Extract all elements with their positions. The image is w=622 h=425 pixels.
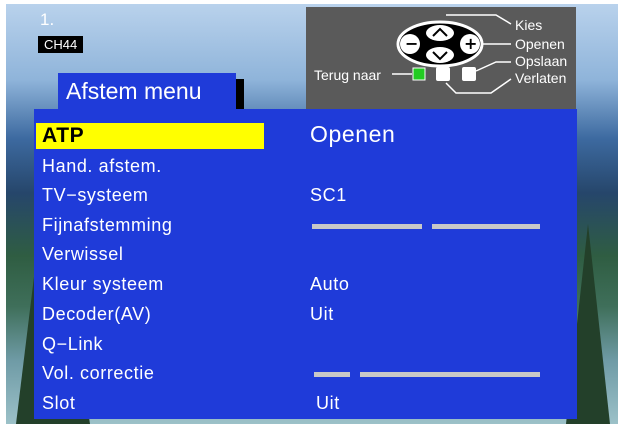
remote-legend-panel: − + Kies Openen Opslaan Verlaten Terug n… [306,7,576,110]
menu-item-tv-systeem[interactable]: TV−systeem SC1 [34,181,577,210]
legend-label-verlaten: Verlaten [515,70,567,86]
menu-item-decoder-av[interactable]: Decoder(AV) Uit [34,300,577,329]
menu-item-kleur-systeem[interactable]: Kleur systeem Auto [34,270,577,299]
menu-item-atp[interactable]: ATP Openen [34,120,577,149]
pointer-line [445,78,512,94]
menu-item-q-link[interactable]: Q−Link [34,330,577,359]
arrow-up-key-icon [426,25,454,41]
menu-item-label: Q−Link [42,334,104,354]
menu-item-slot[interactable]: Slot Uit [34,389,577,418]
pointer-line [475,61,511,72]
menu-item-label: Verwissel [42,244,124,264]
white-key-icon [462,67,476,81]
menu-item-label: Slot [42,393,76,413]
fine-tune-bar-right[interactable] [432,224,540,229]
menu-item-value: Uit [316,393,340,413]
green-key-icon [412,67,426,81]
plus-symbol: + [464,34,477,53]
menu-item-label: Vol. correctie [42,363,155,383]
menu-item-label: Kleur systeem [42,274,164,294]
menu-item-hand-afstem[interactable]: Hand. afstem. [34,152,577,181]
volume-correction-bar-right[interactable] [360,372,540,377]
menu-item-value: SC1 [310,185,347,205]
legend-label-openen: Openen [515,36,565,52]
white-key-icon [436,67,450,81]
legend-label-kies: Kies [515,17,543,33]
menu-item-vol-correctie[interactable]: Vol. correctie [34,359,577,388]
channel-number: 1. [40,10,55,29]
legend-label-opslaan: Opslaan [515,53,568,69]
menu-item-value: Openen [310,121,396,147]
channel-name: CH44 [38,36,84,53]
menu-item-label: ATP [36,123,264,149]
menu-item-label: Decoder(AV) [42,304,152,324]
menu-item-verwissel[interactable]: Verwissel [34,240,577,269]
menu-item-label: Fijnafstemming [42,215,173,235]
fine-tune-bar-left[interactable] [312,224,422,229]
menu-item-value: Auto [310,274,350,294]
menu-item-value: Uit [310,304,334,324]
arrow-down-key-icon [426,47,454,63]
legend-label-terug-naar: Terug naar [314,67,381,83]
menu-item-label: Hand. afstem. [42,156,162,176]
menu-title: Afstem menu [58,73,236,109]
volume-correction-bar-left[interactable] [314,372,350,377]
menu-item-label: TV−systeem [42,185,149,205]
tuning-menu: ATP Openen Hand. afstem. TV−systeem SC1 … [34,109,577,419]
minus-symbol: − [405,34,418,53]
menu-item-fijnafstemming[interactable]: Fijnafstemming [34,211,577,240]
